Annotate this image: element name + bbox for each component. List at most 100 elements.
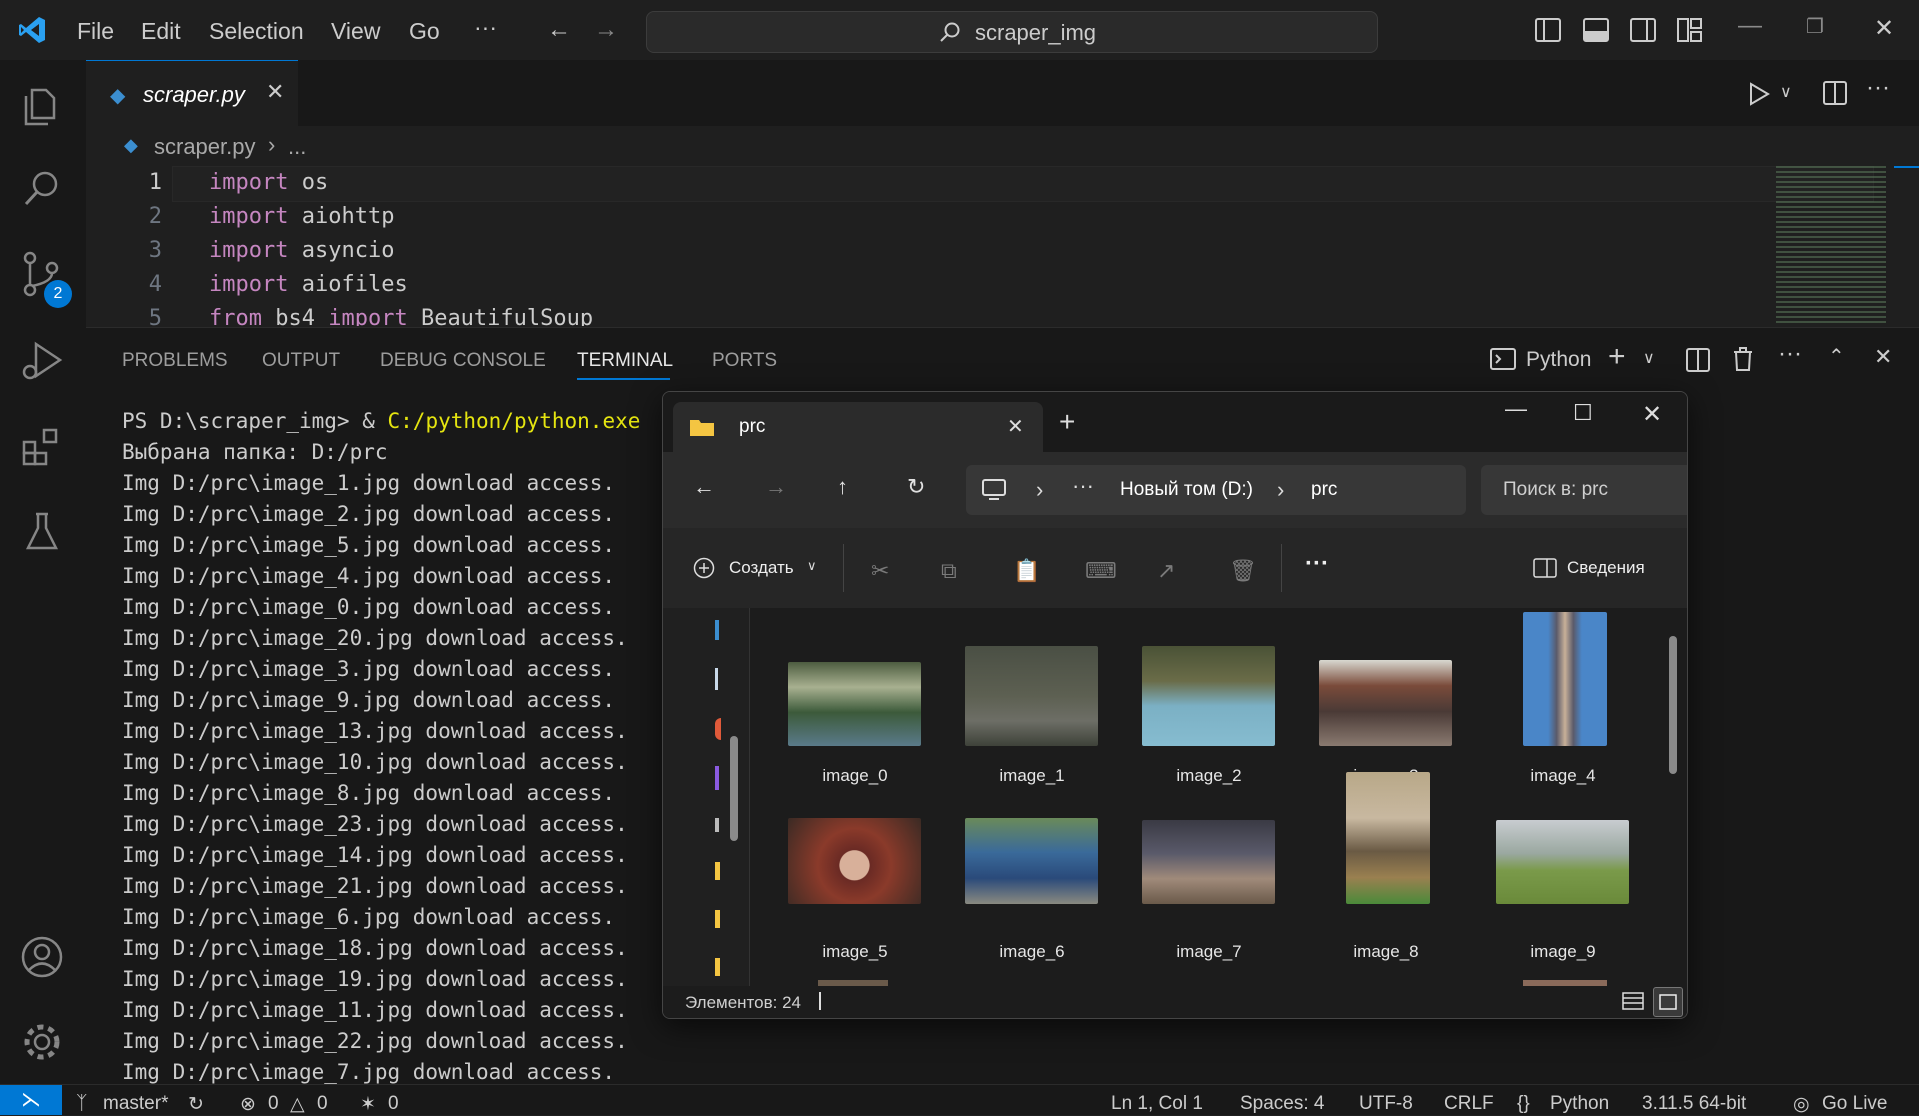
create-new-button[interactable]: Создать ∨	[693, 548, 817, 588]
file-item[interactable]: image_9	[1493, 788, 1633, 968]
accounts-icon[interactable]	[18, 933, 66, 981]
warning-count[interactable]: 0	[317, 1093, 328, 1115]
menu-go[interactable]: Go	[409, 18, 440, 45]
close-window-icon[interactable]: ✕	[1874, 14, 1894, 43]
address-bar[interactable]: › ··· Новый том (D:) › prc	[966, 465, 1466, 515]
navigation-pane[interactable]	[663, 608, 750, 986]
testing-flask-icon[interactable]	[18, 508, 66, 556]
extensions-icon[interactable]	[18, 422, 66, 470]
search-icon[interactable]	[18, 164, 66, 212]
breadcrumb-file[interactable]: scraper.py	[154, 134, 256, 160]
file-item[interactable]: image_4	[1493, 608, 1633, 788]
new-terminal-icon[interactable]: +	[1608, 340, 1626, 374]
file-item[interactable]: image_0	[785, 608, 925, 788]
tab-terminal[interactable]: TERMINAL	[577, 350, 673, 372]
rename-icon[interactable]: ⌨	[1085, 558, 1117, 584]
panel-more-actions-icon[interactable]: ···	[1778, 340, 1802, 368]
cut-icon[interactable]: ✂	[871, 558, 889, 584]
restore-window-icon[interactable]: ❐	[1806, 14, 1824, 39]
refresh-icon[interactable]: ↻	[907, 474, 925, 500]
minimize-window-icon[interactable]: —	[1738, 12, 1762, 40]
sync-icon[interactable]: ↻	[188, 1093, 204, 1116]
indentation[interactable]: Spaces: 4	[1240, 1093, 1325, 1115]
copy-icon[interactable]: ⧉	[941, 558, 957, 584]
menu-file[interactable]: File	[77, 18, 114, 45]
address-more-icon[interactable]: ···	[1072, 473, 1094, 499]
editor-more-actions-icon[interactable]: ···	[1866, 74, 1890, 102]
back-arrow-icon[interactable]: ←	[547, 16, 571, 44]
customize-layout-icon[interactable]	[1677, 18, 1703, 42]
remote-indicator[interactable]: ⋋	[0, 1085, 62, 1115]
menu-selection[interactable]: Selection	[209, 18, 304, 45]
explorer-tab[interactable]: prc ✕	[673, 402, 1043, 452]
file-item[interactable]: image_3	[1316, 608, 1456, 788]
cursor-position[interactable]: Ln 1, Col 1	[1111, 1093, 1203, 1115]
tab-ports[interactable]: PORTS	[712, 350, 777, 372]
terminal-output[interactable]: PS D:\scraper_img> & C:/python/python.ex…	[122, 406, 640, 1088]
tab-output[interactable]: OUTPUT	[262, 350, 340, 372]
maximize-panel-icon[interactable]: ⌃	[1828, 344, 1845, 369]
content-scrollbar[interactable]	[1669, 636, 1677, 774]
file-item[interactable]: image_2	[1139, 608, 1279, 788]
split-terminal-icon[interactable]	[1686, 348, 1710, 372]
run-debug-icon[interactable]	[18, 336, 66, 384]
forwarded-ports-count[interactable]: 0	[388, 1093, 399, 1115]
explorer-search-box[interactable]: Поиск в: prc	[1481, 465, 1687, 515]
forward-arrow-icon[interactable]: →	[594, 16, 618, 44]
file-item[interactable]: image_1	[962, 608, 1102, 788]
python-interpreter[interactable]: 3.11.5 64-bit	[1642, 1093, 1746, 1115]
file-item[interactable]: image_5	[785, 788, 925, 968]
error-count[interactable]: 0	[268, 1093, 279, 1115]
address-segment-folder[interactable]: prc	[1311, 479, 1337, 501]
toggle-primary-sidebar-icon[interactable]	[1535, 18, 1561, 42]
git-branch[interactable]: master*	[103, 1093, 168, 1115]
explorer-maximize-icon[interactable]: ☐	[1573, 400, 1593, 426]
kill-terminal-trash-icon[interactable]	[1732, 346, 1754, 372]
file-item[interactable]: image_8	[1316, 772, 1456, 968]
file-item[interactable]: image_7	[1139, 788, 1279, 968]
menu-edit[interactable]: Edit	[141, 18, 181, 45]
settings-gear-icon[interactable]	[18, 1018, 66, 1066]
nav-scrollbar[interactable]	[730, 736, 738, 841]
terminal-dropdown-icon[interactable]: ∨	[1643, 348, 1655, 368]
menu-more[interactable]: ···	[474, 14, 497, 41]
minimap-slider[interactable]	[1894, 166, 1919, 168]
details-pane-button[interactable]: Сведения	[1533, 550, 1663, 586]
delete-icon[interactable]: 🗑	[1229, 558, 1257, 584]
run-python-file-icon[interactable]	[1748, 82, 1770, 106]
tab-problems[interactable]: PROBLEMS	[122, 350, 228, 372]
code-editor[interactable]: 1 import os 2 import aiohttp 3 import as…	[86, 166, 1919, 326]
close-tab-icon[interactable]: ✕	[266, 79, 284, 105]
breadcrumb-symbol[interactable]: ...	[288, 134, 306, 160]
forward-arrow-icon[interactable]: →	[765, 474, 787, 500]
large-icons-view-button[interactable]	[1653, 987, 1683, 1017]
toggle-panel-icon[interactable]	[1583, 18, 1609, 42]
up-arrow-icon[interactable]: ↑	[837, 474, 848, 500]
address-segment-drive[interactable]: Новый том (D:)	[1120, 479, 1253, 501]
tab-scraper-py[interactable]: ◆ scraper.py ✕	[86, 60, 298, 127]
menu-view[interactable]: View	[331, 18, 380, 45]
close-panel-icon[interactable]: ✕	[1874, 344, 1892, 370]
back-arrow-icon[interactable]: ←	[693, 474, 715, 500]
paste-icon[interactable]: 📋	[1013, 558, 1040, 584]
language-mode[interactable]: Python	[1550, 1093, 1609, 1115]
command-center-search[interactable]: scraper_img	[646, 11, 1378, 53]
see-more-icon[interactable]: ···	[1305, 550, 1329, 578]
explorer-minimize-icon[interactable]: —	[1505, 396, 1527, 422]
terminal-shell-label[interactable]: Python	[1526, 348, 1591, 372]
new-tab-icon[interactable]: +	[1059, 406, 1075, 438]
encoding[interactable]: UTF-8	[1359, 1093, 1413, 1115]
toggle-secondary-sidebar-icon[interactable]	[1630, 18, 1656, 42]
run-dropdown-icon[interactable]: ∨	[1780, 82, 1792, 102]
go-live-button[interactable]: Go Live	[1822, 1093, 1887, 1115]
explorer-close-icon[interactable]: ✕	[1642, 400, 1662, 429]
split-editor-icon[interactable]	[1823, 81, 1847, 105]
tab-debug-console[interactable]: DEBUG CONSOLE	[380, 350, 546, 372]
end-of-line[interactable]: CRLF	[1444, 1093, 1494, 1115]
details-view-icon[interactable]	[1621, 990, 1645, 1012]
explorer-files-icon[interactable]	[18, 82, 66, 130]
share-icon[interactable]: ↗	[1157, 558, 1175, 584]
minimap[interactable]	[1776, 166, 1886, 326]
close-explorer-tab-icon[interactable]: ✕	[1007, 414, 1024, 439]
file-item[interactable]: image_6	[962, 788, 1102, 968]
